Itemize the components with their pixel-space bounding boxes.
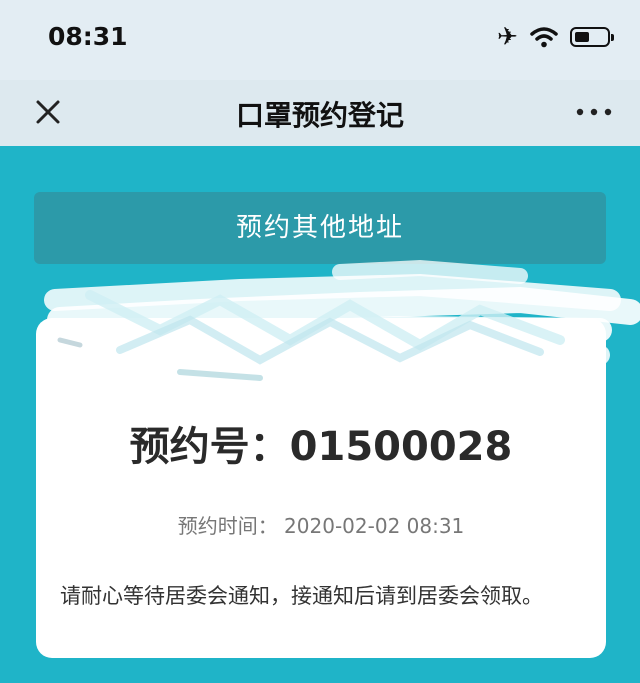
other-address-button[interactable]: 预约其他地址	[34, 192, 606, 264]
appointment-number: 预约号：01500028	[129, 424, 513, 470]
screen: 08:31 ✈ 口罩预约登记 预约其他地址 预约号：01500028 预约时间：…	[0, 0, 640, 683]
status-time: 08:31	[48, 22, 128, 51]
page-title: 口罩预约登记	[235, 99, 404, 132]
appointment-time: 预约时间： 2020-02-02 08:31	[177, 514, 465, 538]
wifi-icon	[530, 26, 558, 47]
airplane-icon: ✈	[497, 22, 518, 51]
status-icons: ✈	[497, 22, 614, 51]
nav-bar: 口罩预约登记	[0, 80, 640, 146]
pickup-notice: 请耐心等待居委会通知，接通知后请到居委会领取。	[60, 584, 543, 608]
status-bar: 08:31 ✈	[0, 0, 640, 80]
battery-level	[575, 31, 589, 42]
battery-icon	[570, 26, 614, 47]
appointment-card: 预约号：01500028 预约时间： 2020-02-02 08:31 请耐心等…	[36, 318, 606, 658]
more-options-icon[interactable]	[572, 94, 616, 130]
